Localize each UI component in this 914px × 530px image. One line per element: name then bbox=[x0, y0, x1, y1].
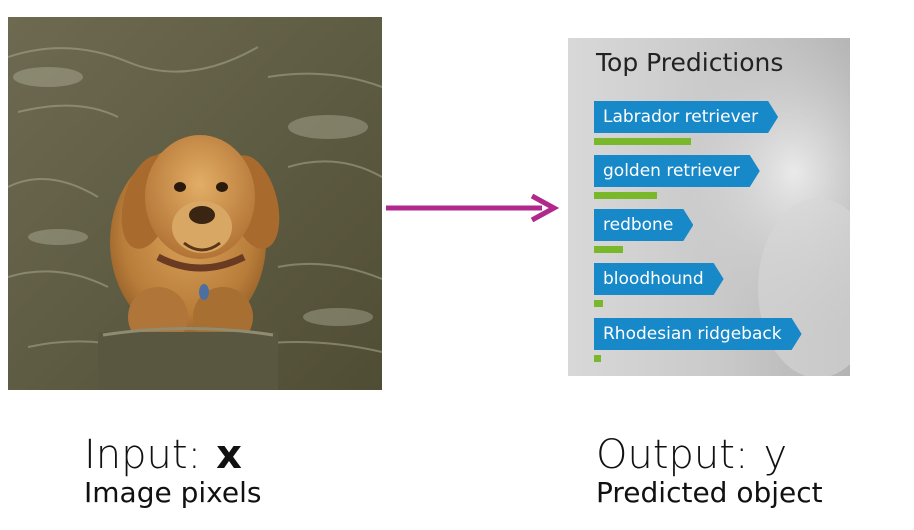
prediction-item: Rhodesian ridgeback bbox=[594, 318, 844, 368]
prediction-score-bar bbox=[594, 246, 623, 253]
prediction-label: Rhodesian ridgeback bbox=[594, 318, 802, 350]
prediction-item: bloodhound bbox=[594, 263, 844, 313]
input-to-output-arrow bbox=[386, 193, 560, 223]
prediction-score-bar bbox=[594, 300, 603, 307]
prediction-item: Labrador retriever bbox=[594, 101, 844, 151]
input-label: Input: bbox=[84, 432, 202, 478]
output-caption: Output: y Predicted object bbox=[596, 432, 823, 509]
output-variable: y bbox=[763, 432, 788, 478]
prediction-score-bar bbox=[594, 355, 601, 362]
prediction-label: Labrador retriever bbox=[594, 101, 778, 133]
input-caption: Input: x Image pixels bbox=[84, 432, 261, 509]
output-label: Output: bbox=[596, 432, 749, 478]
output-description: Predicted object bbox=[596, 476, 823, 509]
prediction-label: redbone bbox=[594, 209, 693, 241]
prediction-label: bloodhound bbox=[594, 263, 724, 295]
input-variable: x bbox=[216, 432, 242, 478]
prediction-item: redbone bbox=[594, 209, 844, 259]
input-description: Image pixels bbox=[84, 476, 262, 509]
input-dog-photo bbox=[8, 17, 382, 390]
prediction-item: golden retriever bbox=[594, 155, 844, 205]
prediction-score-bar bbox=[594, 138, 691, 145]
panel-title: Top Predictions bbox=[596, 48, 784, 77]
top-predictions-panel: Top Predictions Labrador retriever golde… bbox=[568, 38, 850, 376]
prediction-label: golden retriever bbox=[594, 155, 760, 187]
prediction-score-bar bbox=[594, 192, 657, 199]
